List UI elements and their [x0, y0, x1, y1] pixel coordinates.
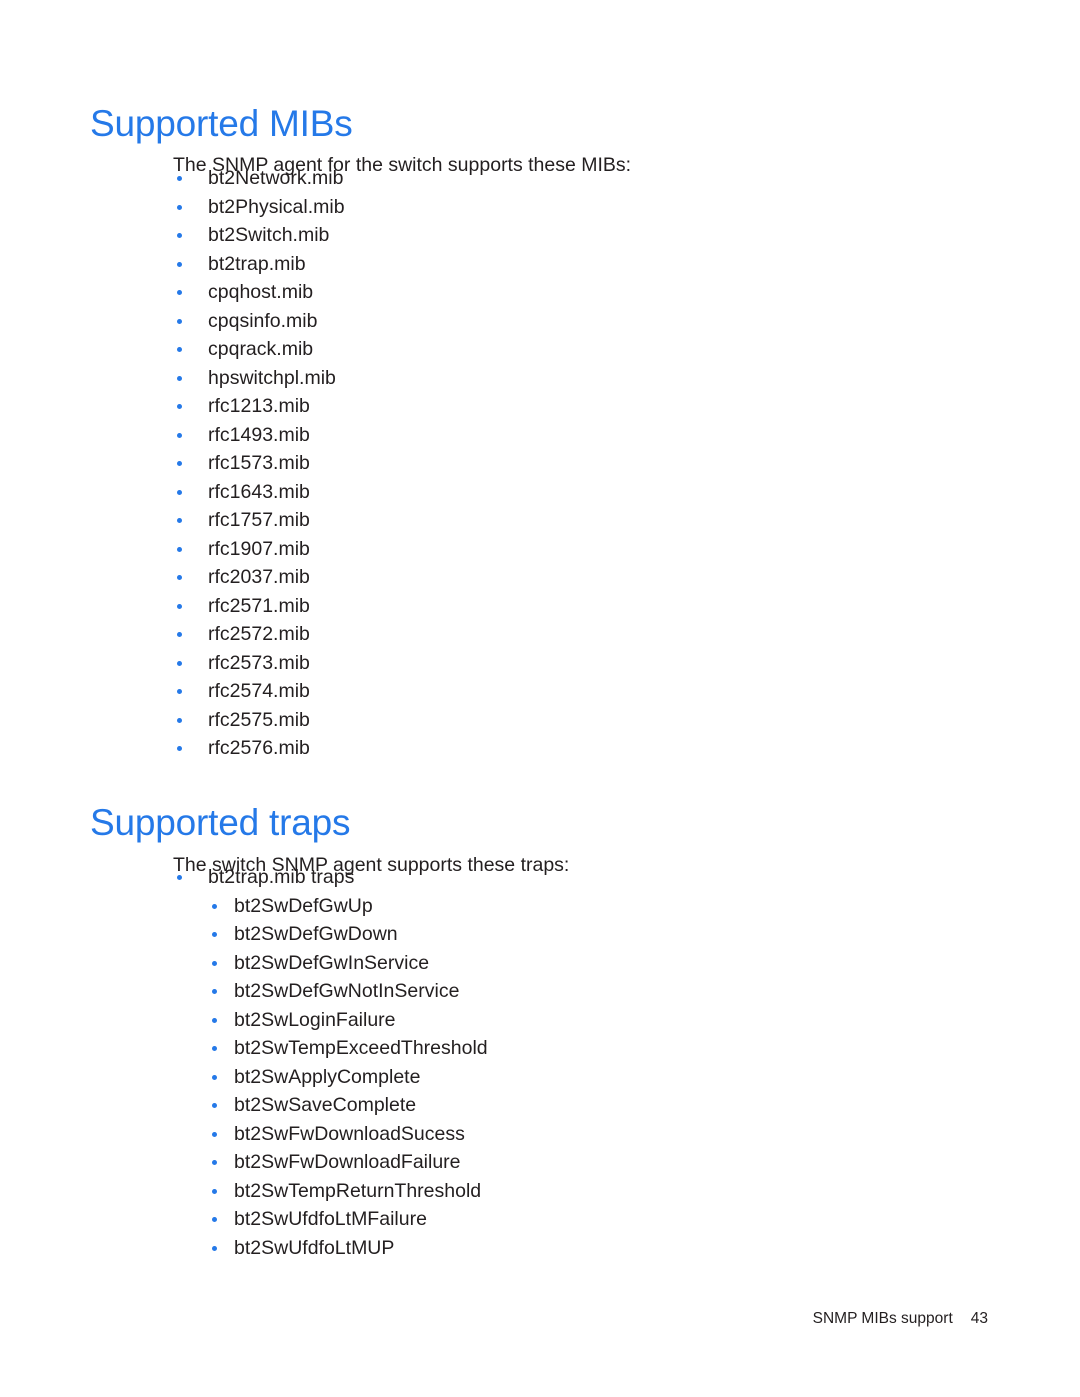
bullet-icon [177, 176, 182, 181]
bullet-icon [177, 233, 182, 238]
bullet-icon [212, 1160, 217, 1165]
list-item-label: bt2SwDefGwInService [234, 951, 430, 974]
list-item-label: cpqsinfo.mib [208, 309, 318, 332]
list-item-label: rfc1213.mib [208, 395, 310, 417]
bullet-icon [177, 347, 182, 352]
footer-page-number: 43 [970, 1310, 988, 1327]
list-item-label: bt2SwDefGwNotInService [234, 980, 460, 1002]
bullet-icon [177, 489, 182, 495]
list-item-label: rfc2037.mib [208, 566, 310, 588]
list-item-label: bt2SwDefGwDown [234, 923, 398, 945]
bullet-icon [212, 1074, 217, 1080]
list-item-label: bt2trap.mib [208, 252, 306, 275]
page-title-supported-traps: Supported traps [90, 801, 351, 843]
bullet-icon [212, 1245, 217, 1251]
bullet-icon [177, 261, 182, 267]
bullet-icon [212, 1188, 217, 1194]
bullet-icon [177, 632, 182, 637]
list-item-label: bt2Physical.mib [208, 195, 345, 218]
bullet-icon [177, 518, 182, 523]
bullet-icon [177, 432, 182, 438]
bullet-icon [212, 1131, 217, 1137]
bullet-icon [177, 717, 182, 723]
list-item-label: rfc2574.mib [208, 680, 310, 702]
list-item-label: bt2SwFwDownloadSucess [234, 1122, 465, 1145]
bullet-icon [177, 746, 182, 751]
list-item-label: rfc1643.mib [208, 480, 310, 503]
bullet-icon [177, 660, 182, 666]
document-page: Supported MIBs The SNMP agent for the sw… [0, 0, 1080, 1397]
bullet-icon [177, 204, 182, 210]
footer-section-label: SNMP MIBs support [812, 1310, 953, 1327]
list-item-label: bt2SwApplyComplete [234, 1065, 421, 1088]
list-item-label: bt2SwLoginFailure [234, 1008, 396, 1031]
list-item-label: rfc1907.mib [208, 537, 310, 560]
bullet-icon [212, 1046, 217, 1051]
bullet-icon [177, 290, 182, 295]
list-item-label: bt2SwFwDownloadFailure [234, 1151, 461, 1173]
bullet-icon [212, 989, 217, 994]
list-item-label: cpqrack.mib [208, 338, 314, 360]
page-title-supported-mibs: Supported MIBs [90, 102, 353, 144]
list-item-label: bt2SwUfdfoLtMFailure [234, 1208, 427, 1230]
bullet-icon [177, 575, 182, 580]
page-footer: SNMP MIBs support 43 [0, 1310, 988, 1328]
list-item-label: rfc2575.mib [208, 708, 310, 731]
list-item-label: rfc2572.mib [208, 623, 310, 645]
bullet-icon [177, 404, 182, 409]
list-item-label: bt2Switch.mib [208, 224, 330, 246]
list-item-label: bt2SwTempReturnThreshold [234, 1179, 482, 1202]
bullet-icon [212, 1217, 217, 1222]
list-item-label: rfc2573.mib [208, 651, 310, 674]
bullet-icon [177, 603, 182, 609]
list-item-label: bt2SwSaveComplete [234, 1094, 417, 1116]
bullet-icon [177, 318, 182, 324]
list-item-label: rfc1757.mib [208, 509, 310, 531]
bullet-icon [212, 1103, 217, 1108]
bullet-icon [177, 461, 182, 466]
bullet-icon [177, 689, 182, 694]
list-item-label: bt2SwUfdfoLtMUP [234, 1236, 395, 1259]
list-item-label: cpqhost.mib [208, 281, 314, 303]
bullet-icon [212, 960, 217, 966]
bullet-icon [212, 932, 217, 937]
list-item-label: bt2Network.mib [208, 167, 344, 189]
bullet-icon [177, 375, 182, 381]
bullet-icon [177, 875, 182, 880]
list-item-label: bt2SwDefGwUp [234, 894, 373, 917]
list-item-label: rfc2571.mib [208, 594, 310, 617]
list-item-label: rfc1573.mib [208, 452, 310, 474]
list-item-label: bt2trap.mib traps [208, 866, 355, 888]
list-item-label: bt2SwTempExceedThreshold [234, 1037, 488, 1059]
list-item-label: hpswitchpl.mib [208, 366, 336, 389]
bullet-icon [212, 1017, 217, 1023]
bullet-icon [177, 546, 182, 552]
bullet-icon [212, 903, 217, 909]
list-item-label: rfc1493.mib [208, 423, 310, 446]
list-item-label: rfc2576.mib [208, 737, 310, 759]
